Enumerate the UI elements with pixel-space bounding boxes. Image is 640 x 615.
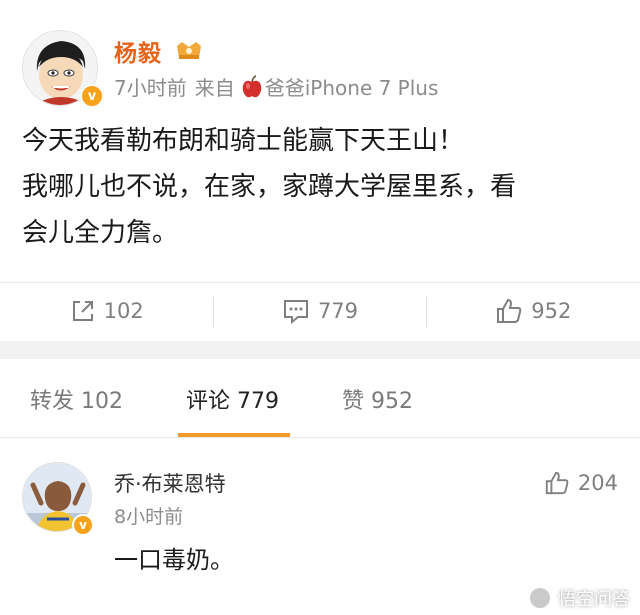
comment-icon (283, 300, 308, 324)
tab-comments[interactable]: 评论 779 (186, 383, 279, 415)
post-text-line: 我哪儿也不说，在家，家蹲大学屋里系，看 (22, 172, 517, 202)
vip-crown-icon (177, 42, 201, 59)
comment-count: 779 (317, 299, 359, 323)
post-device[interactable]: 爸爸iPhone 7 Plus (265, 72, 439, 101)
watermark: 悟空问答 (528, 585, 630, 611)
post-body: 今天我看勒布朗和骑士能赢下天王山！ 我哪儿也不说，在家，家蹲大学屋里系，看 会儿… (22, 118, 622, 256)
apple-icon (242, 74, 262, 97)
like-button[interactable]: 952 (427, 283, 640, 339)
post-actions-bar: 102 779 952 (0, 283, 640, 339)
action-separator (213, 297, 214, 327)
verified-badge-icon: v (80, 84, 104, 108)
repost-icon (72, 301, 93, 321)
post-time: 7小时前 (114, 76, 187, 100)
repost-count: 102 (103, 299, 144, 323)
post-username[interactable]: 杨毅 (114, 34, 162, 68)
comment-time: 8小时前 (114, 506, 184, 528)
tab-likes[interactable]: 赞 952 (342, 383, 413, 415)
comment-text: 一口毒奶。 (114, 546, 234, 574)
like-count: 952 (531, 299, 572, 323)
comment-like-count: 204 (577, 471, 618, 495)
detail-tabs: 转发 102 评论 779 赞 952 (0, 359, 640, 437)
commenter-name[interactable]: 乔·布莱恩特 (114, 468, 226, 498)
watermark-text: 悟空问答 (558, 589, 630, 610)
repost-button[interactable]: 102 (0, 283, 213, 339)
post-text-line: 会儿全力詹。 (22, 218, 179, 248)
divider (0, 437, 640, 438)
thumbs-up-icon (497, 298, 522, 323)
thumbs-up-icon (545, 471, 569, 495)
post-source-prefix: 来自 (194, 76, 235, 100)
post-meta: 7小时前 来自 爸爸iPhone 7 Plus (114, 72, 438, 101)
tab-repost[interactable]: 转发 102 (30, 383, 123, 415)
comment-like-button[interactable]: 204 (544, 470, 618, 496)
weibo-post: v 杨毅 7小时前 来自 爸爸iPhone 7 Plus 今天我看勒布朗和骑士能… (0, 0, 640, 280)
watermark-logo-icon (528, 586, 552, 610)
action-separator (426, 297, 427, 327)
comment-button[interactable]: 779 (213, 283, 426, 339)
post-text-line: 今天我看勒布朗和骑士能赢下天王山！ (22, 126, 465, 156)
section-gap (0, 341, 640, 359)
verified-badge-icon: v (72, 514, 94, 536)
